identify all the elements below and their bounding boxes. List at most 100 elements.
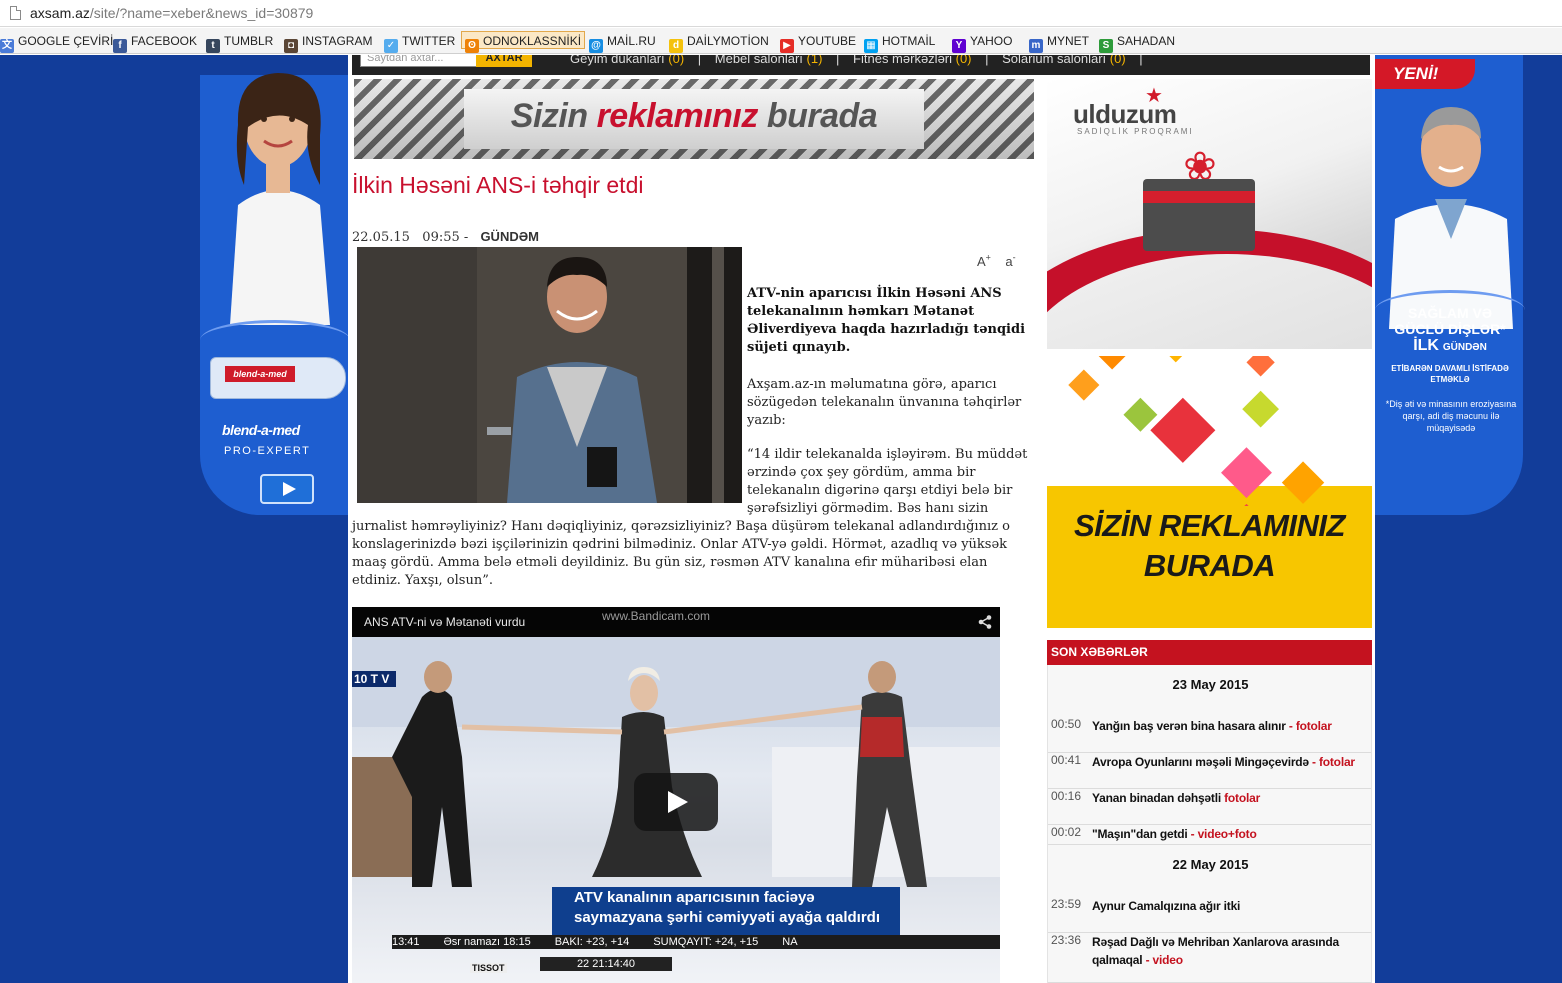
search-button[interactable]: AXTAR	[476, 55, 532, 67]
latest-news-heading: SON XƏBƏRLƏR	[1047, 640, 1372, 665]
video-title[interactable]: ANS ATV-ni və Mətanəti vurdu	[364, 615, 525, 629]
video-play-button[interactable]	[634, 773, 718, 831]
news-list-item[interactable]: 00:02 "Maşın"dan getdi - video+foto	[1048, 825, 1371, 845]
news-headline[interactable]: "Maşın"dan getdi - video+foto	[1092, 825, 1368, 843]
star-icon: ★	[1145, 85, 1163, 107]
article-paragraph-3: jurnalist həmrəyliyiniz? Hanı dəqiqliyin…	[352, 519, 1010, 588]
bookmark-windows[interactable]: ▦ HOTMAİL	[864, 32, 936, 53]
model-woman-image	[230, 73, 330, 325]
ad-subline: ETİBARƏN DAVAMLI İSTİFADƏ ETMƏKLƏ	[1391, 364, 1509, 384]
bookmark-label: YOUTUBE	[798, 34, 857, 48]
bookmark-dailymotion[interactable]: d DAİLYMOTİON	[669, 32, 769, 53]
bookmark-tumblr[interactable]: t TUMBLR	[206, 32, 274, 53]
mynet-icon: m	[1029, 39, 1043, 53]
bookmark-twitter[interactable]: ✓ TWITTER	[384, 32, 455, 53]
bookmark-label: TUMBLR	[224, 34, 274, 48]
video-watermark: www.Bandicam.com	[602, 609, 711, 623]
bookmark-odnoklassniki[interactable]: ʘ ODNOKLASSNİKİ	[461, 31, 586, 53]
bookmark-translate[interactable]: 文 GOOGLE ÇEVİRİ	[0, 32, 114, 53]
gift-ribbon	[1143, 191, 1255, 203]
video-caption-line-2: saymazyana şərhi cəmiyyəti ayağa qaldırd…	[574, 909, 880, 926]
news-time: 23:59	[1051, 897, 1082, 911]
bookmark-label: DAİLYMOTİON	[687, 34, 769, 48]
nav-link[interactable]: Geyim dükanları (0)	[570, 55, 684, 66]
news-list-item[interactable]: 00:41 Avropa Oyunlarını məşəli Mingəçevir…	[1048, 753, 1371, 789]
latest-news-list: 23 May 2015 00:50 Yanğın baş verən bina ha…	[1047, 665, 1372, 983]
url-text[interactable]: axsam.az/site/?name=xeber&news_id=30879	[30, 5, 313, 21]
font-increase-button[interactable]: A+	[977, 253, 991, 269]
toothpaste-tube: blend-a-med	[210, 357, 346, 399]
ticker-item: BAKI: +23, +14	[554, 936, 630, 948]
yellow-ad[interactable]: SİZİN REKLAMINIZ BURADA	[1047, 356, 1372, 628]
nav-separator: |	[694, 55, 705, 66]
address-bar[interactable]: axsam.az/site/?name=xeber&news_id=30879	[0, 0, 1562, 27]
nav-link[interactable]: Solarium salonları (0)	[1002, 55, 1126, 66]
news-headline[interactable]: Avropa Oyunlarını məşəli Mingəçevirdə - …	[1092, 753, 1368, 771]
news-list-item[interactable]: 23:36 Rəşad Dağlı və Mehriban Xanlarova a…	[1048, 933, 1371, 983]
news-headline[interactable]: Yanan binadan dəhşətli fotolar	[1092, 789, 1368, 807]
article-title: İlkin Həsəni ANS-i təhqir etdi	[352, 172, 644, 198]
article-lead: ATV-nin aparıcısı İlkin Həsəni ANS telek…	[747, 286, 1026, 355]
ticker-item: Əsr namazı 18:15	[443, 936, 531, 948]
news-time: 00:50	[1051, 717, 1082, 731]
article-photo	[357, 247, 742, 503]
news-media-tag: - fotolar	[1312, 755, 1355, 769]
news-time: 00:41	[1051, 753, 1082, 767]
news-list-item[interactable]: 23:59 Aynur Camalqızına ağır itki	[1048, 897, 1371, 933]
ulduzum-ad[interactable]: ulduzum ★ SADİQLİK PROQRAMI ❀	[1047, 79, 1372, 349]
news-time: 23:36	[1051, 933, 1082, 947]
news-media-tag: - fotolar	[1288, 719, 1332, 733]
bookmark-label: HOTMAİL	[882, 34, 936, 48]
sponsor-logo: TISSOT	[470, 963, 507, 973]
nav-link[interactable]: Mebel salonları (1)	[715, 55, 823, 66]
instagram-icon: ◘	[284, 39, 298, 53]
bookmark-label: MYNET	[1047, 34, 1089, 48]
gift-card-image	[1143, 179, 1255, 251]
article-date: 22.05.15	[352, 230, 410, 245]
bookmark-sahadan[interactable]: S SAHADAN	[1099, 32, 1175, 53]
news-list-item[interactable]: 00:16 Yanan binadan dəhşətli fotolar	[1048, 789, 1371, 825]
twitter-icon: ✓	[384, 39, 398, 53]
news-headline[interactable]: Aynur Camalqızına ağır itki	[1092, 897, 1368, 915]
ad-play-button[interactable]	[260, 474, 314, 504]
translate-icon: 文	[0, 39, 14, 53]
news-headline[interactable]: Yanğın baş verən bina hasara alınır - fo…	[1092, 717, 1368, 735]
nav-links: Geyim dükanları (0) | Mebel salonları (1…	[570, 55, 1153, 66]
video-caption-line-1: ATV kanalının aparıcısının faciəyə	[574, 889, 815, 906]
nav-link[interactable]: Fitnes mərkəzləri (0)	[853, 55, 971, 66]
new-badge: YENİ!	[1375, 59, 1475, 89]
bookmark-youtube[interactable]: ▶ YOUTUBE	[780, 32, 857, 53]
ticker-item: NA	[782, 936, 798, 948]
article-category[interactable]: GÜNDƏM	[480, 229, 539, 244]
ad-arc	[200, 320, 348, 360]
dailymotion-icon: d	[669, 39, 683, 53]
ticker-item: 13:41	[392, 936, 420, 948]
article-time: 09:55 -	[422, 230, 469, 245]
top-banner-ad[interactable]: Sizin reklamınız burada	[354, 79, 1034, 159]
news-headline[interactable]: Rəşad Dağlı və Mehriban Xanlarova arasın…	[1092, 933, 1368, 969]
bookmark-facebook[interactable]: f FACEBOOK	[113, 32, 197, 53]
news-time: 00:16	[1051, 789, 1082, 803]
news-date-heading: 22 May 2015	[1172, 857, 1249, 872]
page-icon	[10, 6, 21, 20]
search-input[interactable]: Saytdan axtar...	[360, 55, 480, 67]
bookmark-label: INSTAGRAM	[302, 34, 373, 48]
bookmark-label: GOOGLE ÇEVİRİ	[18, 34, 114, 48]
youtube-icon: ▶	[780, 39, 794, 53]
bookmark-mynet[interactable]: m MYNET	[1029, 32, 1089, 53]
bookmark-label: ODNOKLASSNİKİ	[483, 34, 582, 48]
font-decrease-button[interactable]: a-	[1005, 253, 1015, 269]
news-list-item[interactable]: 00:50 Yanğın baş verən bina hasara alınır…	[1048, 717, 1371, 753]
ad-footnote: *Diş əti və minasının eroziyasına qarşı,…	[1385, 399, 1517, 433]
bookmark-yahoo[interactable]: Y YAHOO	[952, 32, 1012, 53]
bookmark-instagram[interactable]: ◘ INSTAGRAM	[284, 32, 373, 53]
nav-separator: |	[832, 55, 844, 66]
left-skyscraper-ad[interactable]: blend-a-med blend-a-med PRO-EXPERT	[0, 55, 348, 983]
bookmark-mailru[interactable]: @ MAİL.RU	[589, 32, 656, 53]
mailru-icon: @	[589, 39, 603, 53]
video-player[interactable]: ANS ATV-ni və Mətanəti vurdu www.Bandica…	[352, 607, 1000, 983]
news-media-tag: - video+foto	[1190, 827, 1257, 841]
ticker-item: SUMQAYIT: +24, +15	[653, 936, 759, 948]
share-icon[interactable]	[978, 615, 992, 629]
right-skyscraper-ad[interactable]: YENİ! SAĞLAM VƏ GÜCLÜ DİŞLƏR* İLK GÜNDƏN…	[1375, 55, 1562, 983]
